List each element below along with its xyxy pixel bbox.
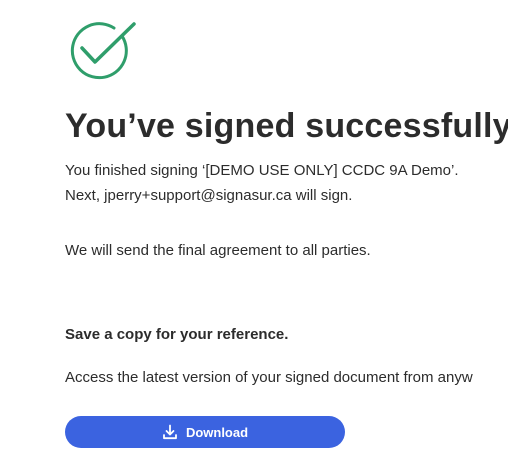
download-button-label: Download	[185, 424, 249, 440]
download-button[interactable]: Download	[65, 416, 345, 448]
signing-complete-message: You finished signing ‘[DEMO USE ONLY] CC…	[65, 162, 459, 179]
access-document-text: Access the latest version of your signed…	[65, 369, 473, 386]
page-title: You’ve signed successfully.	[65, 107, 508, 145]
download-icon	[162, 424, 178, 440]
save-copy-heading: Save a copy for your reference.	[65, 326, 289, 343]
check-circle-icon	[64, 18, 136, 82]
final-agreement-message: We will send the final agreement to all …	[65, 242, 371, 259]
next-signer-message: Next, jperry+support@signasur.ca will si…	[65, 187, 353, 204]
